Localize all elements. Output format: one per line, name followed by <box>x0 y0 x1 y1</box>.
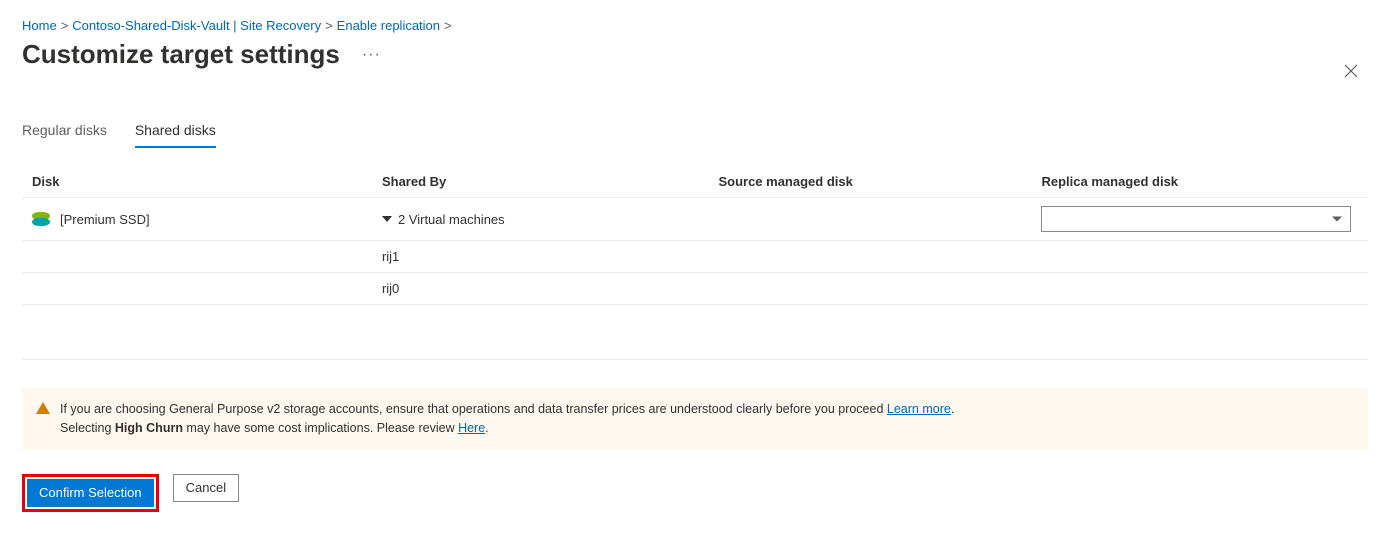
col-header-shared-by: Shared By <box>372 166 709 198</box>
breadcrumb-sep: > <box>444 18 452 33</box>
tabs: Regular disks Shared disks <box>22 118 1368 148</box>
divider <box>22 359 1368 360</box>
table-subrow: rij1 <box>22 241 1368 273</box>
learn-more-link[interactable]: Learn more <box>887 402 951 416</box>
breadcrumb-sep: > <box>325 18 333 33</box>
warning-icon <box>36 402 50 414</box>
period2: . <box>485 421 488 435</box>
chevron-down-icon <box>1332 217 1342 222</box>
table-subrow: rij0 <box>22 273 1368 305</box>
info-text2a: Selecting <box>60 421 115 435</box>
page-title: Customize target settings <box>22 39 340 70</box>
vm-name: rij0 <box>372 273 709 305</box>
more-options-button[interactable]: ··· <box>358 44 385 66</box>
here-link[interactable]: Here <box>458 421 485 435</box>
breadcrumb: Home > Contoso-Shared-Disk-Vault | Site … <box>22 18 1368 33</box>
shared-by-label: 2 Virtual machines <box>398 212 505 227</box>
cancel-button[interactable]: Cancel <box>173 474 239 502</box>
confirm-selection-button[interactable]: Confirm Selection <box>27 479 154 507</box>
info-bold: High Churn <box>115 421 183 435</box>
replica-managed-disk-dropdown[interactable] <box>1041 206 1351 232</box>
col-header-source: Source managed disk <box>708 166 1031 198</box>
source-managed-disk-cell <box>708 198 1031 241</box>
tab-shared-disks[interactable]: Shared disks <box>135 118 216 148</box>
disk-name: [Premium SSD] <box>60 212 150 227</box>
info-text2b: may have some cost implications. Please … <box>183 421 458 435</box>
disk-icon <box>32 212 50 226</box>
disks-table: Disk Shared By Source managed disk Repli… <box>22 166 1368 305</box>
vm-name: rij1 <box>372 241 709 273</box>
breadcrumb-link-home[interactable]: Home <box>22 18 57 33</box>
close-button[interactable] <box>1340 60 1362 82</box>
breadcrumb-link-vault[interactable]: Contoso-Shared-Disk-Vault | Site Recover… <box>72 18 321 33</box>
tab-regular-disks[interactable]: Regular disks <box>22 118 107 148</box>
close-icon <box>1344 64 1358 78</box>
breadcrumb-link-enable-replication[interactable]: Enable replication <box>337 18 440 33</box>
col-header-disk: Disk <box>22 166 372 198</box>
confirm-highlight: Confirm Selection <box>22 474 159 512</box>
caret-down-icon <box>382 216 392 222</box>
table-row: [Premium SSD] 2 Virtual machines <box>22 198 1368 241</box>
breadcrumb-sep: > <box>61 18 69 33</box>
info-banner: If you are choosing General Purpose v2 s… <box>22 388 1368 450</box>
info-text: If you are choosing General Purpose v2 s… <box>60 402 887 416</box>
period: . <box>951 402 954 416</box>
shared-by-toggle[interactable]: 2 Virtual machines <box>382 212 699 227</box>
col-header-replica: Replica managed disk <box>1031 166 1368 198</box>
